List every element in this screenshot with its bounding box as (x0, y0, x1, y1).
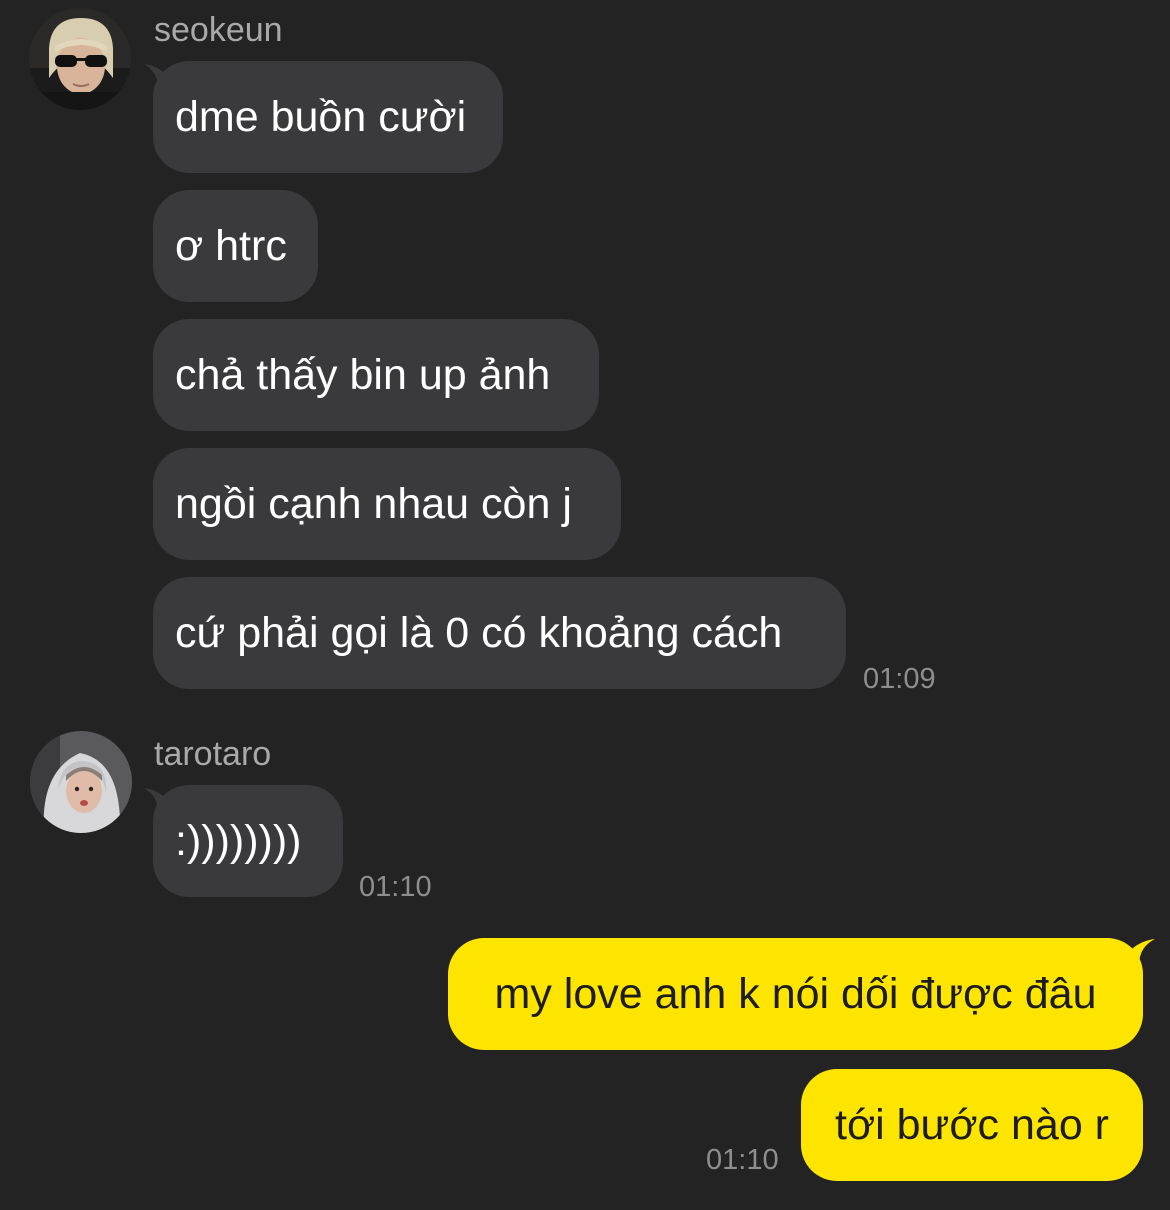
message-bubble[interactable]: :)))))))) (153, 785, 343, 897)
message-timestamp: 01:09 (863, 663, 936, 695)
message-timestamp: 01:10 (706, 1144, 779, 1176)
sender-name-seokeun: seokeun (154, 11, 283, 49)
message-timestamp: 01:10 (359, 871, 432, 903)
message-bubble[interactable]: chả thấy bin up ảnh (153, 319, 599, 431)
message-bubble[interactable]: dme buồn cười (153, 61, 503, 173)
message-bubble[interactable]: cứ phải gọi là 0 có khoảng cách (153, 577, 846, 689)
outgoing-message-bubble[interactable]: tới bước nào r (801, 1069, 1143, 1181)
sender-name-tarotaro: tarotaro (154, 735, 272, 773)
message-bubble[interactable]: ơ htrc (153, 190, 318, 302)
outgoing-message-bubble[interactable]: my love anh k nói dối được đâu (448, 938, 1143, 1050)
user-avatar-hoodie-icon (30, 731, 132, 833)
message-bubble[interactable]: ngồi cạnh nhau còn j (153, 448, 621, 560)
seokeun-avatar[interactable] (29, 8, 131, 110)
user-avatar-sunglasses-icon (29, 8, 131, 110)
tarotaro-avatar[interactable] (30, 731, 132, 833)
